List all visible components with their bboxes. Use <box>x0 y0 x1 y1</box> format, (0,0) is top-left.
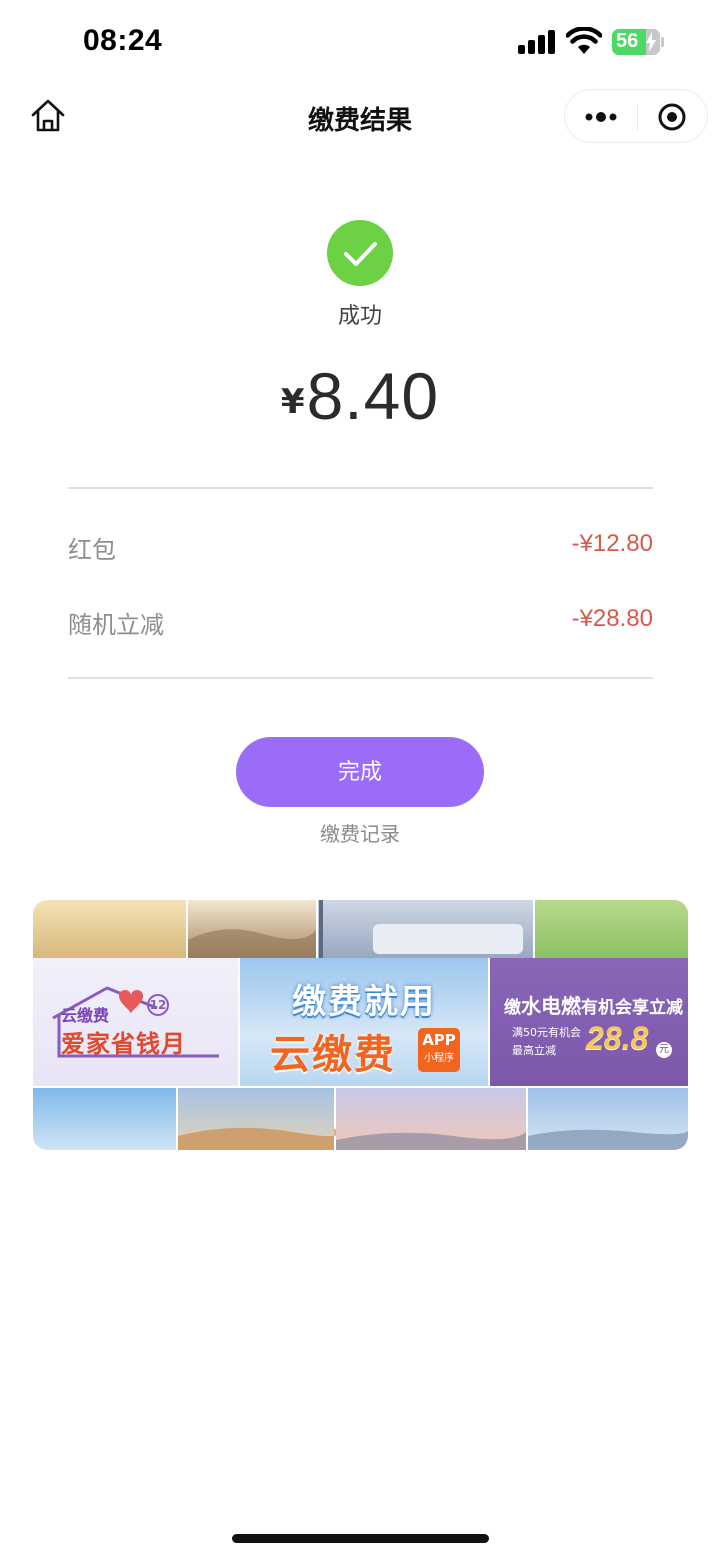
battery-icon: 56 <box>612 29 664 55</box>
nav-bar: 缴费结果 <box>0 86 720 146</box>
check-icon <box>327 220 393 286</box>
discount-row-red-packet: 红包 -¥12.80 <box>68 526 653 566</box>
promo3-headline: 缴水电燃有机会享立减 <box>504 990 683 1019</box>
wifi-icon <box>566 27 602 54</box>
promo3-condition: 满50元有机会 <box>512 1026 581 1039</box>
promo3-headline-b: 水电燃 <box>521 994 581 1018</box>
promo2-line2: 云缴费 <box>270 1032 396 1078</box>
charging-bolt-icon <box>646 32 656 52</box>
promo3-max-label: 最高立减 <box>512 1044 556 1057</box>
discount-value: -¥12.80 <box>571 530 653 557</box>
status-time: 08:24 <box>83 24 163 57</box>
discount-value: -¥28.80 <box>571 605 653 632</box>
promo1-badge: 12 <box>147 994 169 1016</box>
promo-tile-use-cloud-pay: 缴费就用 云缴费 APP 小程序 <box>240 958 488 1086</box>
result-status: 成功 <box>337 304 382 329</box>
battery-level: 56 <box>616 30 639 52</box>
miniprogram-capsule <box>564 89 708 143</box>
amount-value: 8.40 <box>306 359 440 433</box>
divider-bottom <box>68 677 653 679</box>
close-miniprogram-icon[interactable] <box>657 102 687 132</box>
promo-tile-utilities-discount: 缴水电燃有机会享立减 满50元有机会 最高立减 28.8 元 <box>490 958 688 1086</box>
cellular-signal-icon <box>518 30 556 54</box>
done-button[interactable]: 完成 <box>236 737 484 807</box>
currency-symbol: ¥ <box>280 382 305 422</box>
promo3-headline-c: 有机会享立减 <box>581 998 683 1018</box>
app-badge: APP 小程序 <box>418 1028 460 1072</box>
promo3-headline-a: 缴 <box>504 998 521 1018</box>
paid-amount: ¥8.40 <box>0 358 720 434</box>
status-bar: 08:24 56 <box>0 0 720 86</box>
discount-row-random: 随机立减 -¥28.80 <box>68 601 653 641</box>
home-indicator[interactable] <box>232 1534 489 1543</box>
promo3-unit: 元 <box>656 1042 672 1058</box>
promo3-amount: 28.8 <box>586 1020 649 1056</box>
promo-tile-savings-month: 云缴费 12 爱家省钱月 <box>33 958 238 1086</box>
app-label: APP <box>422 1031 456 1049</box>
promo-banner[interactable]: 云缴费 12 爱家省钱月 缴费就用 云缴费 APP 小程序 缴水电燃有机会享立减… <box>33 900 688 1150</box>
discount-label: 随机立减 <box>68 611 164 639</box>
promo1-brand: 云缴费 <box>61 1006 110 1025</box>
payment-record-link[interactable]: 缴费记录 <box>0 818 720 847</box>
miniprogram-label: 小程序 <box>424 1053 454 1064</box>
screen: 08:24 56 缴费结果 成功 ¥8.40 红包 -¥12.80 随机立减 -… <box>0 0 720 1557</box>
divider-top <box>68 487 653 489</box>
promo1-title: 爱家省钱月 <box>61 1030 186 1058</box>
more-icon[interactable] <box>583 104 619 130</box>
discount-label: 红包 <box>68 536 116 564</box>
promo2-line1: 缴费就用 <box>292 982 436 1022</box>
capsule-divider <box>637 104 638 130</box>
